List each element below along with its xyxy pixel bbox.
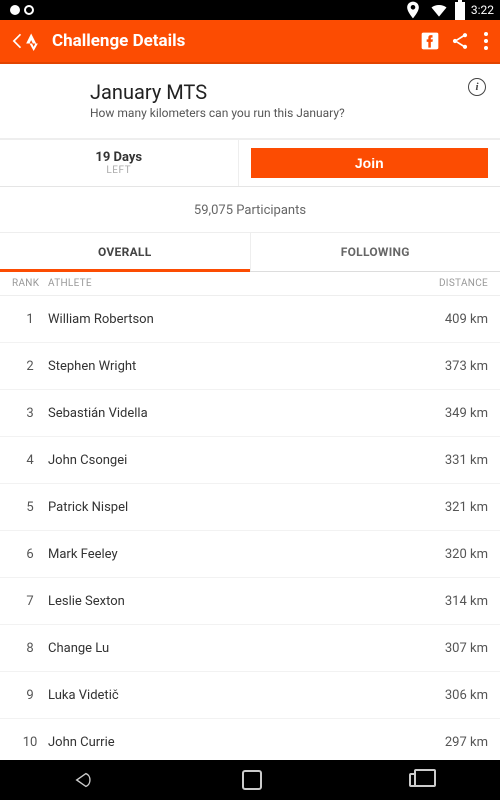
cell-distance: 320 km bbox=[418, 547, 488, 562]
days-remaining: 19 Days bbox=[0, 150, 238, 165]
nav-back-icon[interactable] bbox=[73, 769, 95, 791]
table-row[interactable]: 9Luka Videtič306 km bbox=[0, 672, 500, 719]
share-icon[interactable] bbox=[450, 31, 470, 51]
tab-following[interactable]: FOLLOWING bbox=[251, 233, 500, 271]
cell-athlete: William Robertson bbox=[48, 312, 418, 327]
table-row[interactable]: 6Mark Feeley320 km bbox=[0, 531, 500, 578]
cell-rank: 10 bbox=[12, 735, 48, 750]
nav-home-icon[interactable] bbox=[242, 770, 262, 790]
table-row[interactable]: 2Stephen Wright373 km bbox=[0, 343, 500, 390]
info-icon[interactable]: i bbox=[468, 78, 486, 96]
countdown: 19 Days LEFT bbox=[0, 140, 239, 186]
cell-distance: 349 km bbox=[418, 406, 488, 421]
cell-distance: 321 km bbox=[418, 500, 488, 515]
cell-rank: 9 bbox=[12, 688, 48, 703]
cell-distance: 314 km bbox=[418, 594, 488, 609]
cell-distance: 307 km bbox=[418, 641, 488, 656]
cell-distance: 331 km bbox=[418, 453, 488, 468]
challenge-subtitle: How many kilometers can you run this Jan… bbox=[90, 106, 480, 120]
status-dot-icon bbox=[10, 5, 20, 15]
android-nav-bar bbox=[0, 760, 500, 800]
cell-rank: 4 bbox=[12, 453, 48, 468]
header-athlete: ATHLETE bbox=[48, 278, 418, 289]
table-row[interactable]: 7Leslie Sexton314 km bbox=[0, 578, 500, 625]
cell-rank: 5 bbox=[12, 500, 48, 515]
battery-icon bbox=[455, 0, 465, 20]
facebook-icon[interactable] bbox=[420, 31, 440, 51]
cell-distance: 409 km bbox=[418, 312, 488, 327]
back-button[interactable] bbox=[8, 31, 42, 51]
cell-distance: 306 km bbox=[418, 688, 488, 703]
table-row[interactable]: 8Change Lu307 km bbox=[0, 625, 500, 672]
status-time: 3:22 bbox=[471, 3, 494, 17]
challenge-title: January MTS bbox=[90, 80, 480, 104]
cell-athlete: Sebastián Vidella bbox=[48, 406, 418, 421]
nav-recents-icon[interactable] bbox=[409, 773, 427, 787]
join-button[interactable]: Join bbox=[251, 148, 489, 178]
cell-rank: 3 bbox=[12, 406, 48, 421]
leaderboard-list[interactable]: 1William Robertson409 km2Stephen Wright3… bbox=[0, 296, 500, 766]
table-row[interactable]: 10John Currie297 km bbox=[0, 719, 500, 766]
cell-athlete: Change Lu bbox=[48, 641, 418, 656]
participants-count: 59,075 Participants bbox=[0, 187, 500, 232]
table-row[interactable]: 1William Robertson409 km bbox=[0, 296, 500, 343]
cell-athlete: John Csongei bbox=[48, 453, 418, 468]
cell-athlete: Luka Videtič bbox=[48, 688, 418, 703]
android-status-bar: 3:22 bbox=[0, 0, 500, 20]
leaderboard-tabs: OVERALL FOLLOWING bbox=[0, 232, 500, 272]
cell-rank: 7 bbox=[12, 594, 48, 609]
page-title: Challenge Details bbox=[52, 31, 410, 51]
strava-logo-icon bbox=[22, 31, 42, 51]
cell-distance: 373 km bbox=[418, 359, 488, 374]
table-header: RANK ATHLETE DISTANCE bbox=[0, 272, 500, 296]
cell-athlete: Mark Feeley bbox=[48, 547, 418, 562]
cell-distance: 297 km bbox=[418, 735, 488, 750]
header-rank: RANK bbox=[12, 278, 48, 289]
overflow-menu-icon[interactable] bbox=[480, 32, 492, 50]
cell-rank: 2 bbox=[12, 359, 48, 374]
app-bar: Challenge Details bbox=[0, 20, 500, 64]
days-label: LEFT bbox=[0, 165, 238, 176]
cell-rank: 6 bbox=[12, 547, 48, 562]
join-row: 19 Days LEFT Join bbox=[0, 139, 500, 187]
wifi-icon bbox=[429, 0, 449, 20]
location-icon bbox=[403, 0, 423, 20]
challenge-hero: i January MTS How many kilometers can yo… bbox=[0, 64, 500, 138]
cell-rank: 8 bbox=[12, 641, 48, 656]
table-row[interactable]: 4John Csongei331 km bbox=[0, 437, 500, 484]
tab-overall[interactable]: OVERALL bbox=[0, 233, 250, 271]
table-row[interactable]: 3Sebastián Vidella349 km bbox=[0, 390, 500, 437]
table-row[interactable]: 5Patrick Nispel321 km bbox=[0, 484, 500, 531]
cell-athlete: Leslie Sexton bbox=[48, 594, 418, 609]
cell-rank: 1 bbox=[12, 312, 48, 327]
cell-athlete: Patrick Nispel bbox=[48, 500, 418, 515]
header-distance: DISTANCE bbox=[418, 278, 488, 289]
cell-athlete: John Currie bbox=[48, 735, 418, 750]
cell-athlete: Stephen Wright bbox=[48, 359, 418, 374]
status-ring-icon bbox=[24, 5, 34, 15]
